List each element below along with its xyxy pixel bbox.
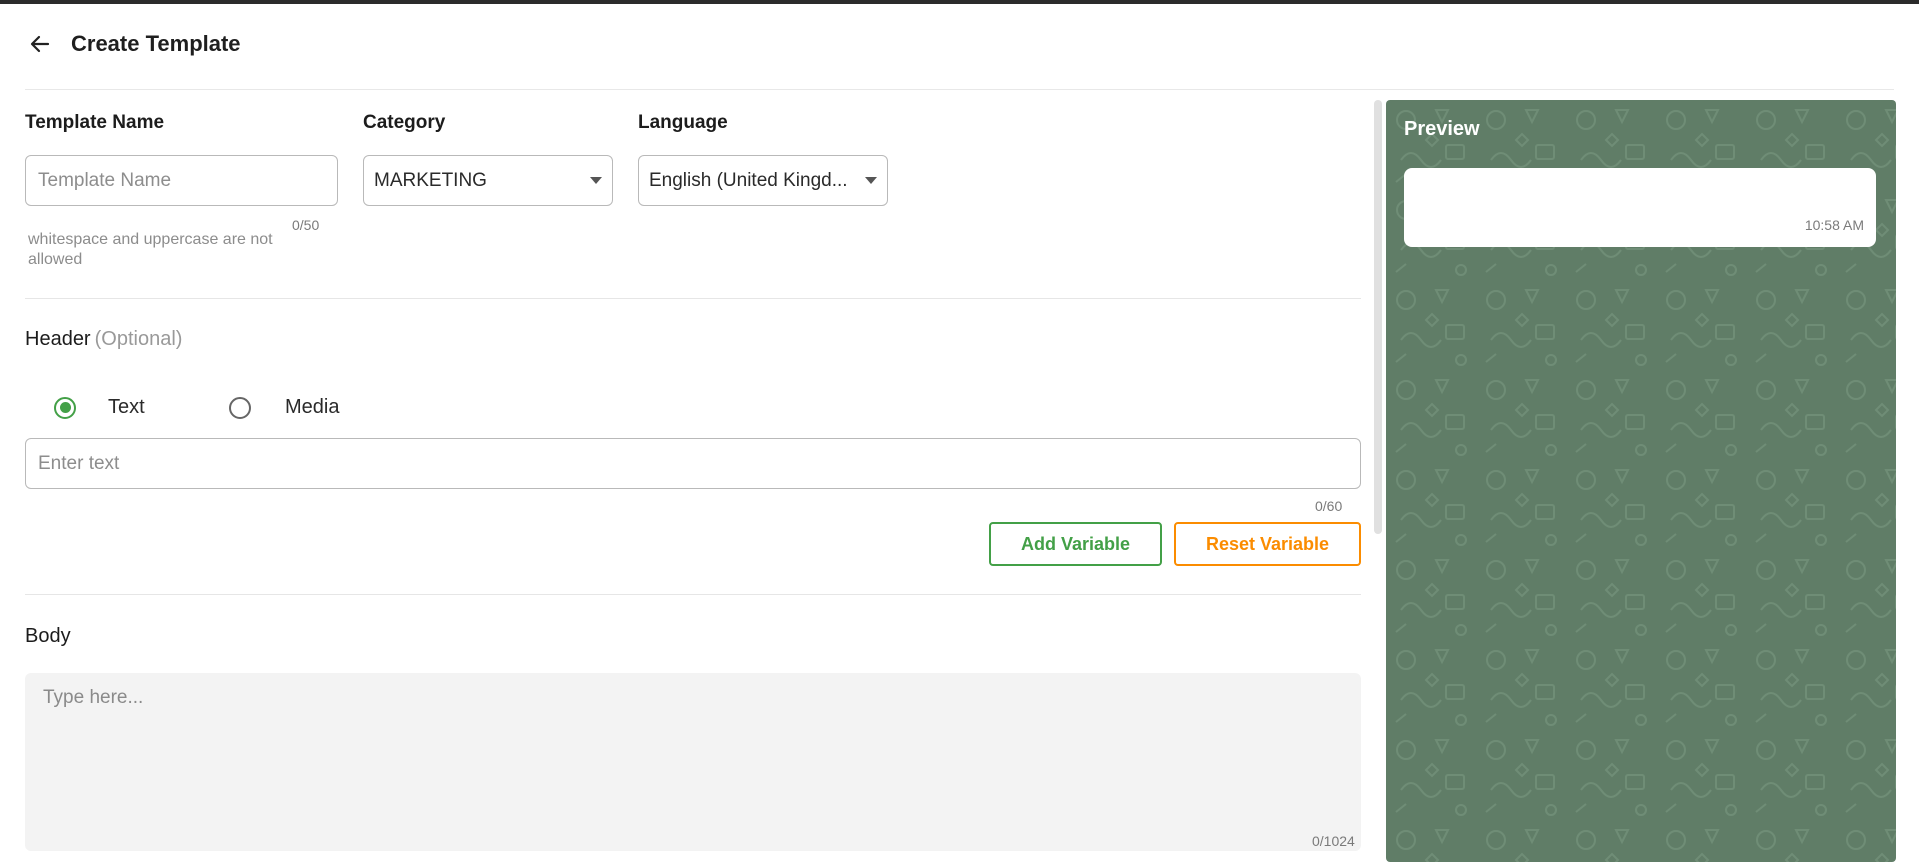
- language-label: Language: [638, 112, 728, 133]
- page-title: Create Template: [71, 31, 241, 56]
- radio-option-media[interactable]: Media: [229, 396, 339, 419]
- language-selected-value: English (United Kingd...: [649, 169, 848, 191]
- preview-message-bubble: 10:58 AM: [1404, 168, 1876, 247]
- category-selected-value: MARKETING: [374, 169, 487, 191]
- radio-option-text[interactable]: Text: [54, 396, 145, 419]
- preview-panel: Preview 10:58 AM: [1386, 100, 1896, 862]
- add-variable-button[interactable]: Add Variable: [989, 522, 1162, 566]
- header-divider: [25, 89, 1894, 90]
- radio-unchecked-icon[interactable]: [229, 396, 251, 419]
- reset-variable-button[interactable]: Reset Variable: [1174, 522, 1361, 566]
- section-divider: [25, 594, 1361, 595]
- radio-label-media: Media: [285, 396, 340, 418]
- back-button[interactable]: [15, 24, 65, 64]
- header-text-counter: 0/60: [1315, 498, 1343, 514]
- radio-checked-icon[interactable]: [54, 396, 76, 419]
- page-header: Create Template: [25, 24, 241, 64]
- top-bar-line: [0, 0, 1919, 4]
- template-name-input[interactable]: [25, 155, 338, 206]
- arrow-left-icon: [30, 35, 50, 53]
- header-section-title: Header (Optional): [25, 328, 182, 351]
- category-label: Category: [363, 112, 446, 133]
- template-name-helper: whitespace and uppercase are not allowed: [28, 231, 273, 268]
- dropdown-caret-icon: [590, 177, 602, 184]
- body-counter: 0/1024: [1312, 833, 1355, 849]
- header-optional-text: (Optional): [94, 328, 183, 350]
- form-scrollbar[interactable]: [1374, 100, 1382, 534]
- section-divider: [25, 298, 1361, 299]
- header-title-text: Header: [25, 328, 91, 350]
- template-name-label: Template Name: [25, 112, 165, 133]
- header-text-input[interactable]: [25, 438, 1361, 489]
- radio-label-text: Text: [108, 396, 145, 418]
- dropdown-caret-icon: [865, 177, 877, 184]
- preview-title: Preview: [1404, 118, 1480, 140]
- language-select[interactable]: English (United Kingd...: [638, 155, 888, 206]
- body-textarea[interactable]: [25, 673, 1361, 851]
- template-form: Template Name 0/50 whitespace and upperc…: [25, 100, 1361, 868]
- body-section-title: Body: [25, 625, 71, 647]
- template-name-counter: 0/50: [292, 217, 320, 233]
- preview-message-time: 10:58 AM: [1804, 217, 1864, 233]
- category-select[interactable]: MARKETING: [363, 155, 613, 206]
